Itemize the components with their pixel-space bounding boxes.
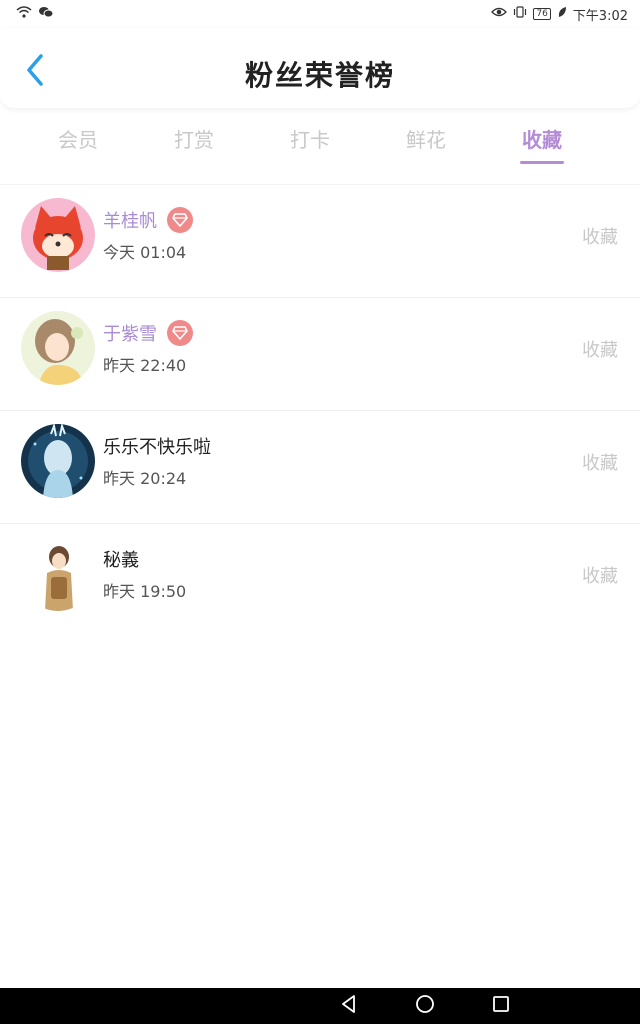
leaf-icon xyxy=(557,6,567,22)
avatar[interactable] xyxy=(21,311,95,385)
triangle-back-icon xyxy=(339,994,359,1018)
page-title: 粉丝荣誉榜 xyxy=(244,59,395,92)
nav-back-button[interactable] xyxy=(335,992,363,1020)
fan-time: 今天 01:04 xyxy=(103,243,187,262)
status-bar: 76 下午3:02 xyxy=(0,0,640,28)
status-time: 下午3:02 xyxy=(572,8,628,24)
favorite-action[interactable]: 收藏 xyxy=(582,449,618,475)
favorite-action[interactable]: 收藏 xyxy=(582,336,618,362)
nav-recents-button[interactable] xyxy=(487,992,515,1020)
tab-bar: 会员 打赏 打卡 鲜花 收藏 xyxy=(0,112,640,168)
fan-time: 昨天 22:40 xyxy=(103,356,187,375)
wifi-icon xyxy=(16,6,32,22)
nav-home-button[interactable] xyxy=(411,992,439,1020)
fan-time: 昨天 20:24 xyxy=(103,469,187,488)
status-right: 76 下午3:02 xyxy=(491,5,628,24)
name-line: 于紫雪 xyxy=(103,320,193,346)
fan-time: 昨天 19:50 xyxy=(103,582,187,601)
navigation-bar xyxy=(0,988,640,1024)
list-item[interactable]: 乐乐不快乐啦 昨天 20:24 收藏 xyxy=(0,410,640,523)
diamond-icon xyxy=(167,320,193,346)
favorite-action[interactable]: 收藏 xyxy=(582,562,618,588)
fan-name: 于紫雪 xyxy=(103,324,157,345)
tab-favorites[interactable]: 收藏 xyxy=(484,112,600,168)
fan-list: 羊桂帆 今天 01:04 收藏 于紫雪 昨天 22:40 收藏 乐乐不快乐啦 昨… xyxy=(0,184,640,636)
name-line: 乐乐不快乐啦 xyxy=(103,433,211,459)
tab-member[interactable]: 会员 xyxy=(20,112,136,168)
square-recents-icon xyxy=(492,995,510,1017)
battery-indicator: 76 xyxy=(533,8,551,20)
tab-flowers[interactable]: 鲜花 xyxy=(368,112,484,168)
name-line: 秘義 xyxy=(103,546,139,572)
vibrate-icon xyxy=(513,6,527,22)
fan-name: 乐乐不快乐啦 xyxy=(103,437,211,458)
list-item[interactable]: 于紫雪 昨天 22:40 收藏 xyxy=(0,297,640,410)
list-item[interactable]: 羊桂帆 今天 01:04 收藏 xyxy=(0,184,640,297)
wechat-icon xyxy=(38,6,54,22)
tab-tip[interactable]: 打赏 xyxy=(136,112,252,168)
avatar[interactable] xyxy=(21,537,95,611)
name-line: 羊桂帆 xyxy=(103,207,193,233)
tab-checkin[interactable]: 打卡 xyxy=(252,112,368,168)
circle-home-icon xyxy=(415,994,435,1018)
status-left xyxy=(16,6,54,22)
list-item[interactable]: 秘義 昨天 19:50 收藏 xyxy=(0,523,640,636)
fan-name: 羊桂帆 xyxy=(103,211,157,232)
fan-name: 秘義 xyxy=(103,550,139,571)
header: 粉丝荣誉榜 xyxy=(0,28,640,108)
avatar[interactable] xyxy=(21,198,95,272)
eye-icon xyxy=(491,6,508,22)
screen: 76 下午3:02 粉丝荣誉榜 会员 打赏 打卡 鲜花 收藏 羊桂帆 今天 01… xyxy=(0,0,640,1024)
favorite-action[interactable]: 收藏 xyxy=(582,223,618,249)
avatar[interactable] xyxy=(21,424,95,498)
diamond-icon xyxy=(167,207,193,233)
